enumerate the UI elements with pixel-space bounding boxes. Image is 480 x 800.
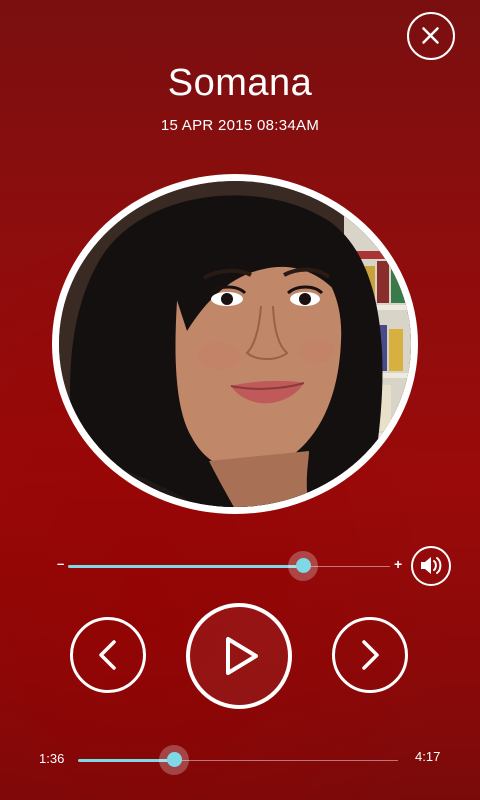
avatar-photo	[59, 181, 411, 507]
play-button[interactable]	[186, 603, 292, 709]
avatar	[52, 174, 418, 514]
chevron-right-icon	[362, 640, 379, 670]
play-icon	[226, 637, 258, 675]
total-time: 4:17	[415, 749, 441, 764]
next-button[interactable]	[332, 617, 408, 693]
volume-slider-fill	[68, 565, 304, 568]
close-button[interactable]	[407, 12, 455, 60]
volume-button[interactable]	[411, 546, 451, 586]
contact-name: Somana	[167, 62, 313, 104]
volume-minus-label: –	[57, 556, 65, 571]
progress-slider-thumb[interactable]	[166, 752, 182, 767]
recording-datetime: 15 APR 2015 08:34AM	[160, 117, 320, 134]
elapsed-time: 1:36	[39, 751, 65, 766]
close-icon	[422, 27, 439, 44]
chevron-left-icon	[99, 640, 116, 670]
speaker-icon	[421, 557, 442, 574]
volume-plus-label: +	[394, 556, 403, 572]
previous-button[interactable]	[70, 617, 146, 693]
volume-slider-thumb[interactable]	[295, 558, 311, 573]
